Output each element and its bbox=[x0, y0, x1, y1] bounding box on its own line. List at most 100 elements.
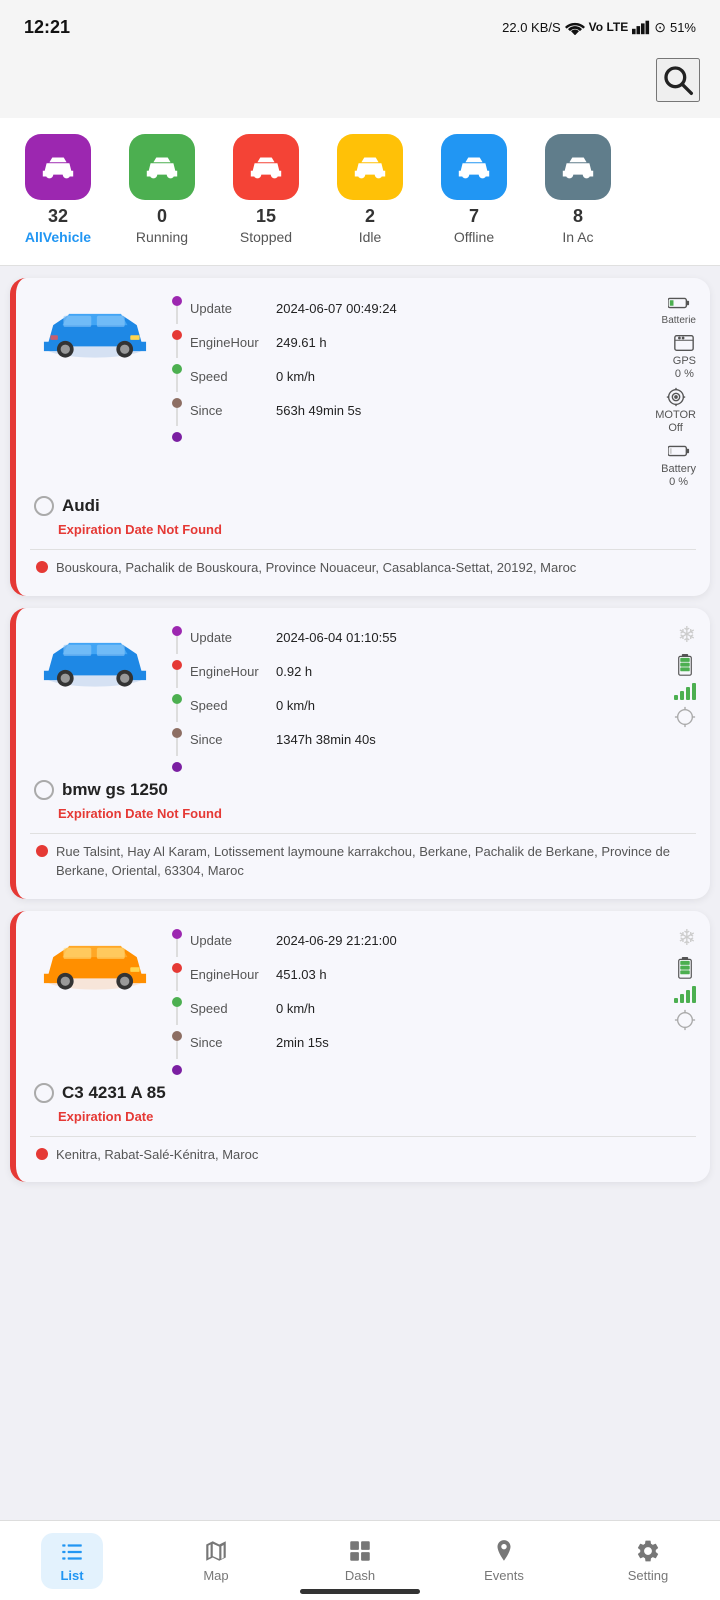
lte-label: Vo LTE bbox=[589, 20, 629, 34]
c3-signal-bar-4 bbox=[692, 986, 696, 1003]
bmw-address-dot bbox=[36, 845, 48, 857]
battery-icon-svg2 bbox=[668, 440, 690, 462]
offline-icon-wrap bbox=[441, 134, 507, 200]
bottom-nav: List Map Dash Events Setting bbox=[0, 1520, 720, 1600]
nav-events-label: Events bbox=[484, 1568, 524, 1583]
audi-side-icons: Batterie GPS 0 % bbox=[626, 292, 696, 488]
car-image-bmw bbox=[30, 622, 160, 702]
c3-signal-bar-1 bbox=[674, 998, 678, 1003]
tab-running[interactable]: 0 Running bbox=[112, 130, 212, 249]
c3-crosshair-item bbox=[674, 1009, 696, 1031]
search-icon bbox=[662, 64, 694, 96]
audi-name: Audi bbox=[62, 496, 100, 516]
bmw-name-row: bmw gs 1250 bbox=[30, 780, 696, 800]
c3-expiration: Expiration Date bbox=[30, 1103, 696, 1126]
car-icon-idle bbox=[351, 148, 389, 186]
c3-snowflake-item: ❄ bbox=[678, 925, 696, 951]
nav-map[interactable]: Map bbox=[144, 1521, 288, 1600]
c3-side-icons: ❄ bbox=[626, 925, 696, 1031]
stopped-label: Stopped bbox=[240, 229, 292, 245]
nav-list-label: List bbox=[60, 1568, 83, 1583]
battery-percent-item: Battery 0 % bbox=[661, 440, 696, 488]
c3-signal-bar-2 bbox=[680, 994, 684, 1003]
snowflake-icon: ❄ bbox=[678, 622, 696, 648]
nav-dash-label: Dash bbox=[345, 1568, 375, 1583]
all-label: AllVehicle bbox=[25, 229, 91, 245]
car-icon-inac bbox=[559, 148, 597, 186]
wifi-icon bbox=[565, 19, 585, 35]
batterie-icon-item: Batterie bbox=[662, 292, 696, 326]
stopped-icon-wrap bbox=[233, 134, 299, 200]
battery-green-item bbox=[674, 654, 696, 676]
gps-icon-svg bbox=[673, 332, 695, 354]
stopped-count: 15 bbox=[256, 206, 276, 227]
c3-address-dot bbox=[36, 1148, 48, 1160]
vehicle-card-audi[interactable]: Update 2024-06-07 00:49:24 EngineHour 24… bbox=[10, 278, 710, 596]
idle-count: 2 bbox=[365, 206, 375, 227]
c3-radio[interactable] bbox=[34, 1083, 54, 1103]
car-svg-yellow bbox=[30, 927, 160, 1002]
running-label: Running bbox=[136, 229, 188, 245]
setting-nav-icon bbox=[635, 1538, 661, 1564]
battery-icon-svg bbox=[668, 292, 690, 314]
car-icon-offline bbox=[455, 148, 493, 186]
offline-label: Offline bbox=[454, 229, 494, 245]
audi-expiration: Expiration Date Not Found bbox=[30, 516, 696, 539]
bmw-radio[interactable] bbox=[34, 780, 54, 800]
offline-count: 7 bbox=[469, 206, 479, 227]
crosshair-icon bbox=[674, 706, 696, 728]
tab-inac[interactable]: 8 In Ac bbox=[528, 130, 628, 249]
bmw-expiration: Expiration Date Not Found bbox=[30, 800, 696, 823]
idle-icon-wrap bbox=[337, 134, 403, 200]
dash-nav-icon bbox=[347, 1538, 373, 1564]
car-image-c3 bbox=[30, 925, 160, 1005]
running-count: 0 bbox=[157, 206, 167, 227]
nav-events[interactable]: Events bbox=[432, 1521, 576, 1600]
vehicle-card-c3[interactable]: Update 2024-06-29 21:21:00 EngineHour 45… bbox=[10, 911, 710, 1183]
tab-all-vehicle[interactable]: 32 AllVehicle bbox=[8, 130, 108, 249]
status-bar: 12:21 22.0 KB/S Vo LTE ⊙ 51% bbox=[0, 0, 720, 50]
tab-stopped[interactable]: 15 Stopped bbox=[216, 130, 316, 249]
c3-crosshair-icon bbox=[674, 1009, 696, 1031]
address-dot bbox=[36, 561, 48, 573]
top-bar bbox=[0, 50, 720, 118]
events-nav-icon bbox=[491, 1538, 517, 1564]
battery-green-icon bbox=[674, 654, 696, 676]
motor-icon-item: MOTOR Off bbox=[655, 386, 696, 434]
signal-bars bbox=[674, 682, 696, 700]
bottom-spacer bbox=[0, 1194, 720, 1284]
nav-list[interactable]: List bbox=[0, 1521, 144, 1600]
nav-setting-label: Setting bbox=[628, 1568, 668, 1583]
bmw-card-top: Update 2024-06-04 01:10:55 EngineHour 0.… bbox=[30, 622, 696, 772]
bmw-address: Rue Talsint, Hay Al Karam, Lotissement l… bbox=[30, 833, 696, 887]
motor-icon-svg bbox=[665, 386, 687, 408]
audi-address: Bouskoura, Pachalik de Bouskoura, Provin… bbox=[30, 549, 696, 584]
home-indicator bbox=[300, 1589, 420, 1594]
c3-name-row: C3 4231 A 85 bbox=[30, 1083, 696, 1103]
car-icon-running bbox=[143, 148, 181, 186]
search-button[interactable] bbox=[656, 58, 700, 102]
card-top: Update 2024-06-07 00:49:24 EngineHour 24… bbox=[30, 292, 696, 488]
tab-offline[interactable]: 7 Offline bbox=[424, 130, 524, 249]
c3-signal-bars bbox=[674, 985, 696, 1003]
audi-radio[interactable] bbox=[34, 496, 54, 516]
audi-timeline: Update 2024-06-07 00:49:24 EngineHour 24… bbox=[170, 292, 616, 442]
signal-bar-2 bbox=[680, 691, 684, 700]
nav-setting[interactable]: Setting bbox=[576, 1521, 720, 1600]
all-count: 32 bbox=[48, 206, 68, 227]
signal-bar-1 bbox=[674, 695, 678, 700]
battery-percent: 51% bbox=[670, 20, 696, 35]
tab-idle[interactable]: 2 Idle bbox=[320, 130, 420, 249]
audi-name-row: Audi bbox=[30, 496, 696, 516]
idle-label: Idle bbox=[359, 229, 382, 245]
map-nav-icon bbox=[203, 1538, 229, 1564]
bmw-name: bmw gs 1250 bbox=[62, 780, 168, 800]
signal-bar-4 bbox=[692, 683, 696, 700]
crosshair-icon-item bbox=[674, 706, 696, 728]
car-icon-all bbox=[39, 148, 77, 186]
c3-battery-green-icon bbox=[674, 957, 696, 979]
vehicle-card-bmw[interactable]: Update 2024-06-04 01:10:55 EngineHour 0.… bbox=[10, 608, 710, 899]
car-svg-blue2 bbox=[30, 624, 160, 699]
c3-address: Kenitra, Rabat-Salé-Kénitra, Maroc bbox=[30, 1136, 696, 1171]
bmw-timeline: Update 2024-06-04 01:10:55 EngineHour 0.… bbox=[170, 622, 616, 772]
